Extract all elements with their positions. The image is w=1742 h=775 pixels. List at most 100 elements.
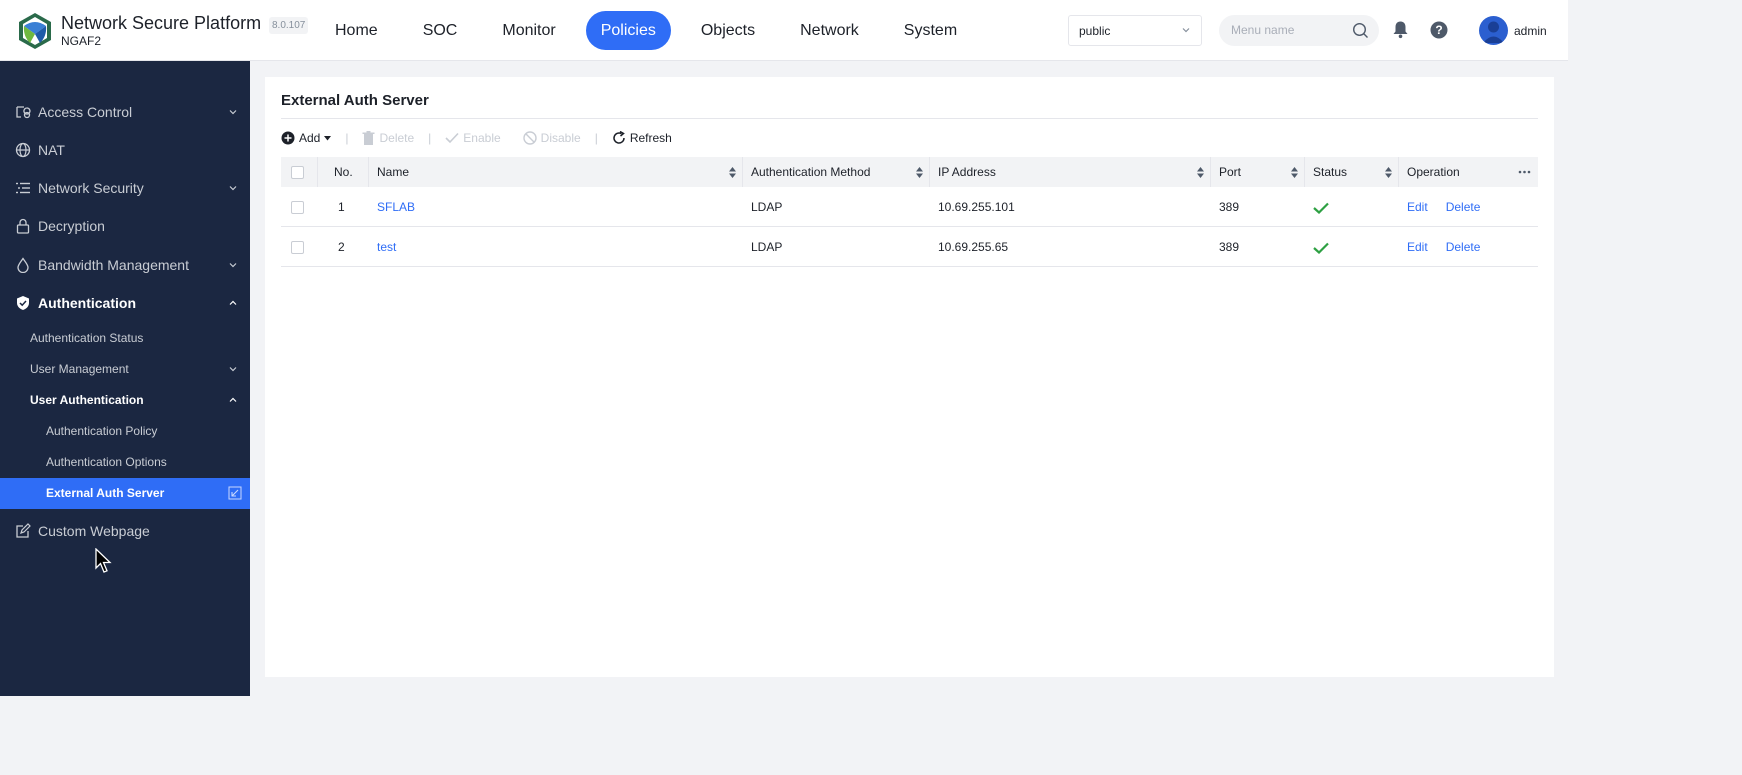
ban-icon (522, 131, 537, 145)
cell-ip: 10.69.255.101 (938, 200, 1015, 214)
pin-to-favorites-icon[interactable] (228, 486, 242, 500)
sidebar-item-decryption[interactable]: Decryption (0, 207, 250, 245)
cell-method: LDAP (751, 200, 783, 214)
column-header-label: Status (1313, 165, 1348, 179)
sidebar-item-label: Network Security (38, 180, 144, 196)
sidebar-sub-user-management[interactable]: User Management (0, 354, 250, 385)
zone-select[interactable]: public (1068, 15, 1202, 46)
sidebar-item-bandwidth-management[interactable]: Bandwidth Management (0, 246, 250, 284)
column-header-ip[interactable]: IP Address (930, 157, 1211, 187)
delete-link[interactable]: Delete (1446, 200, 1481, 214)
cell-ip: 10.69.255.65 (938, 240, 1009, 254)
refresh-icon (613, 131, 625, 144)
sidebar-item-nat[interactable]: NAT (0, 131, 250, 169)
chevron-up-icon (229, 300, 237, 305)
sidebar-item-custom-webpage[interactable]: Custom Webpage (0, 512, 250, 550)
sidebar-item-authentication[interactable]: Authentication (0, 284, 250, 322)
help-icon[interactable]: ? (1430, 21, 1448, 39)
cell-no: 2 (338, 240, 345, 254)
nav-network[interactable]: Network (785, 11, 874, 50)
trash-icon (362, 131, 375, 145)
bell-icon[interactable] (1392, 20, 1409, 39)
column-header-method[interactable]: Authentication Method (743, 157, 930, 187)
delete-link[interactable]: Delete (1446, 240, 1481, 254)
version-badge: 8.0.107 (269, 17, 309, 34)
sort-icon[interactable] (729, 167, 736, 178)
nav-monitor[interactable]: Monitor (487, 11, 570, 50)
column-header-label: Operation (1407, 165, 1460, 179)
disable-button[interactable]: Disable (522, 131, 581, 145)
divider (281, 118, 1538, 119)
select-all-checkbox[interactable] (291, 166, 304, 180)
nav-policies[interactable]: Policies (585, 11, 671, 50)
chevron-down-icon (229, 263, 237, 268)
column-header-status[interactable]: Status (1305, 157, 1399, 187)
row-checkbox[interactable] (291, 201, 304, 215)
table-header: No. Name Authentication Method IP Addres… (281, 157, 1538, 187)
toolbar-separator: | (594, 131, 598, 145)
sidebar-sub-authentication-status[interactable]: Authentication Status (0, 323, 250, 354)
sidebar-item-network-security[interactable]: Network Security (0, 169, 250, 207)
nav-system[interactable]: System (889, 11, 972, 50)
column-header-label: Port (1219, 165, 1242, 179)
brand-subtitle: NGAF2 (61, 34, 102, 48)
sidebar-item-label: NAT (38, 142, 65, 158)
cell-port: 389 (1219, 240, 1240, 254)
column-header-port[interactable]: Port (1211, 157, 1305, 187)
brand-logo-icon (19, 13, 51, 49)
delete-button[interactable]: Delete (362, 131, 414, 145)
user-avatar-icon (1483, 21, 1504, 43)
add-button[interactable]: Add (281, 131, 332, 145)
nav-soc[interactable]: SOC (408, 11, 473, 50)
sort-icon[interactable] (916, 167, 923, 178)
sidebar-item-access-control[interactable]: Access Control (0, 93, 250, 131)
chevron-down-icon (1182, 28, 1190, 33)
column-header-label: IP Address (938, 165, 996, 179)
user-avatar[interactable] (1479, 16, 1508, 45)
refresh-button[interactable]: Refresh (612, 131, 672, 145)
search-icon[interactable] (1352, 22, 1369, 39)
column-header-no: No. (318, 157, 369, 187)
enable-button[interactable]: Enable (445, 131, 501, 145)
mouse-cursor-icon (95, 548, 112, 573)
column-header-label: Name (377, 165, 410, 179)
nav-home[interactable]: Home (320, 11, 393, 50)
sidebar-sub-external-auth-server[interactable]: External Auth Server (0, 478, 250, 509)
sidebar-sub-authentication-options[interactable]: Authentication Options (0, 447, 250, 478)
sidebar-sub-authentication-policy[interactable]: Authentication Policy (0, 416, 250, 447)
sidebar: Access Control NAT Network Security Decr… (0, 61, 250, 696)
server-name-link[interactable]: test (377, 240, 396, 254)
more-columns-icon[interactable] (1518, 170, 1531, 174)
shield-check-icon (17, 296, 29, 310)
toolbar: Add | Delete | Enable Disable | Refresh (281, 127, 672, 149)
cell-status (1305, 227, 1399, 267)
server-name-link[interactable]: SFLAB (377, 200, 415, 214)
edit-link[interactable]: Edit (1407, 200, 1428, 214)
menu-search-input[interactable] (1231, 23, 1351, 37)
chevron-down-icon (229, 186, 237, 191)
select-all-cell (281, 157, 318, 187)
nav-objects[interactable]: Objects (686, 11, 770, 50)
column-header-name[interactable]: Name (369, 157, 743, 187)
toolbar-separator: | (428, 131, 432, 145)
add-button-label: Add (299, 131, 321, 145)
table-row[interactable]: 1 SFLAB LDAP 10.69.255.101 389 Edit Delet… (281, 187, 1538, 227)
sidebar-sub-user-authentication[interactable]: User Authentication (0, 385, 250, 416)
sort-icon[interactable] (1291, 167, 1298, 178)
table-row[interactable]: 2 test LDAP 10.69.255.65 389 Edit Delete (281, 227, 1538, 267)
access-control-icon (16, 106, 31, 119)
sort-icon[interactable] (1197, 167, 1204, 178)
chevron-up-icon (229, 397, 237, 402)
sidebar-item-label: Bandwidth Management (38, 257, 189, 273)
delete-button-label: Delete (379, 131, 415, 145)
chevron-down-icon (229, 367, 237, 372)
cell-port: 389 (1219, 200, 1240, 214)
edit-link[interactable]: Edit (1407, 240, 1428, 254)
row-checkbox[interactable] (291, 241, 304, 255)
username[interactable]: admin (1514, 24, 1547, 38)
sidebar-sub-label: External Auth Server (46, 486, 165, 500)
column-header-label: Authentication Method (751, 165, 871, 179)
main-panel: External Auth Server Add | Delete | Enab… (265, 77, 1554, 677)
list-icon (16, 182, 30, 194)
sort-icon[interactable] (1385, 167, 1392, 178)
